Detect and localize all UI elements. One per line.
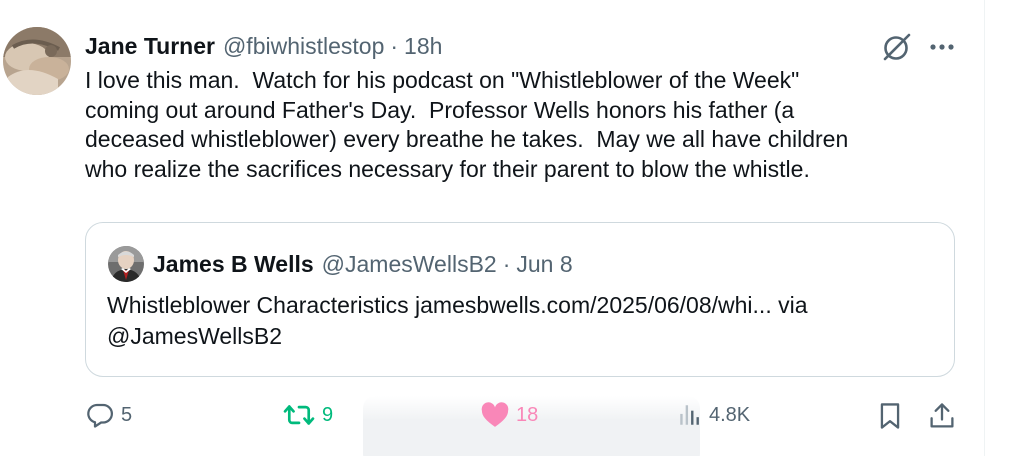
reply-button[interactable]: 5 bbox=[85, 398, 132, 432]
reply-count: 5 bbox=[121, 403, 133, 426]
timeline-border bbox=[984, 0, 985, 456]
bookmark-icon[interactable] bbox=[876, 401, 904, 431]
author-handle[interactable]: @fbiwhistlestop bbox=[223, 33, 384, 60]
grok-icon[interactable] bbox=[880, 32, 914, 62]
views-count: 4.8K bbox=[709, 403, 751, 426]
author-avatar[interactable] bbox=[3, 27, 71, 95]
tweet-header: Jane Turner @fbiwhistlestop · 18h bbox=[85, 30, 442, 62]
like-button[interactable]: 18 bbox=[480, 398, 538, 432]
quote-text: Whistleblower Characteristics jamesbwell… bbox=[107, 292, 808, 349]
views-icon bbox=[677, 402, 703, 428]
quote-author-handle[interactable]: @JamesWellsB2 bbox=[322, 251, 497, 278]
reply-icon bbox=[85, 400, 115, 430]
quote-tweet-card[interactable]: James B Wells @JamesWellsB2 · Jun 8 Whis… bbox=[85, 222, 955, 377]
quote-date[interactable]: Jun 8 bbox=[516, 251, 572, 278]
tweet-timestamp[interactable]: 18h bbox=[404, 33, 442, 60]
quote-author-avatar[interactable] bbox=[108, 246, 144, 282]
more-icon[interactable] bbox=[927, 34, 957, 60]
author-name[interactable]: Jane Turner bbox=[85, 33, 215, 60]
heart-icon bbox=[480, 401, 510, 429]
views-button[interactable]: 4.8K bbox=[677, 398, 750, 432]
quote-author-name[interactable]: James B Wells bbox=[153, 251, 314, 278]
repost-icon bbox=[282, 400, 316, 430]
header-separator: · bbox=[390, 32, 399, 59]
quote-header: James B Wells @JamesWellsB2 · Jun 8 bbox=[153, 248, 573, 280]
repost-button[interactable]: 9 bbox=[282, 398, 333, 432]
repost-count: 9 bbox=[322, 403, 334, 426]
quote-header-separator: · bbox=[502, 250, 511, 277]
share-icon[interactable] bbox=[928, 401, 956, 431]
tweet-text: I love this man. Watch for his podcast o… bbox=[85, 67, 849, 182]
like-count: 18 bbox=[516, 403, 539, 426]
tweet-page: Jane Turner @fbiwhistlestop · 18h I love… bbox=[0, 0, 1022, 456]
